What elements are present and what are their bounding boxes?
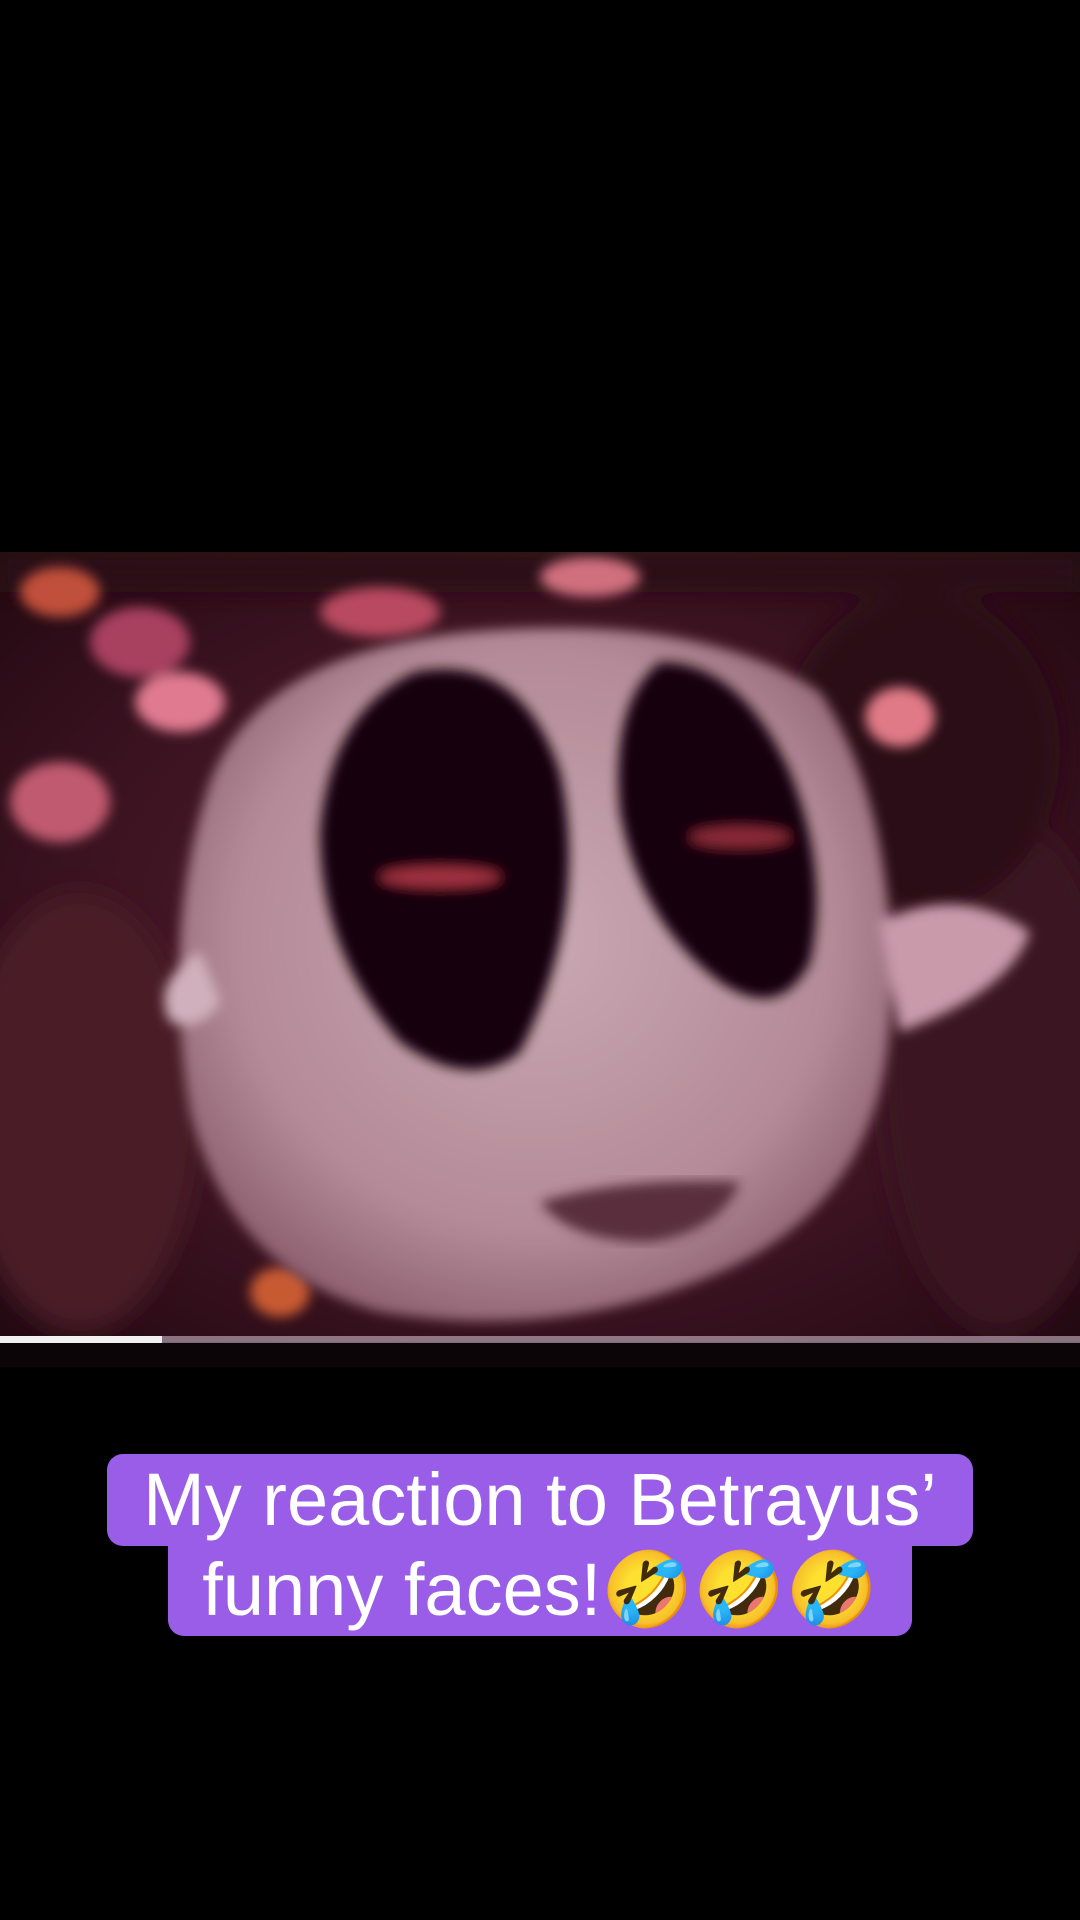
video-progress-fill [0, 1336, 162, 1343]
video-screen[interactable]: My reaction to Betrayus’ funny faces!🤣🤣🤣 [0, 0, 1080, 1920]
caption-line-1: My reaction to Betrayus’ [107, 1454, 973, 1546]
video-progress-bar[interactable] [0, 1336, 1080, 1343]
video-still-image [0, 552, 1080, 1342]
video-bottom-strip [0, 1343, 1080, 1367]
caption-line-2: funny faces!🤣🤣🤣 [168, 1544, 912, 1636]
video-caption: My reaction to Betrayus’ funny faces!🤣🤣🤣 [0, 1454, 1080, 1636]
video-frame[interactable] [0, 552, 1080, 1342]
